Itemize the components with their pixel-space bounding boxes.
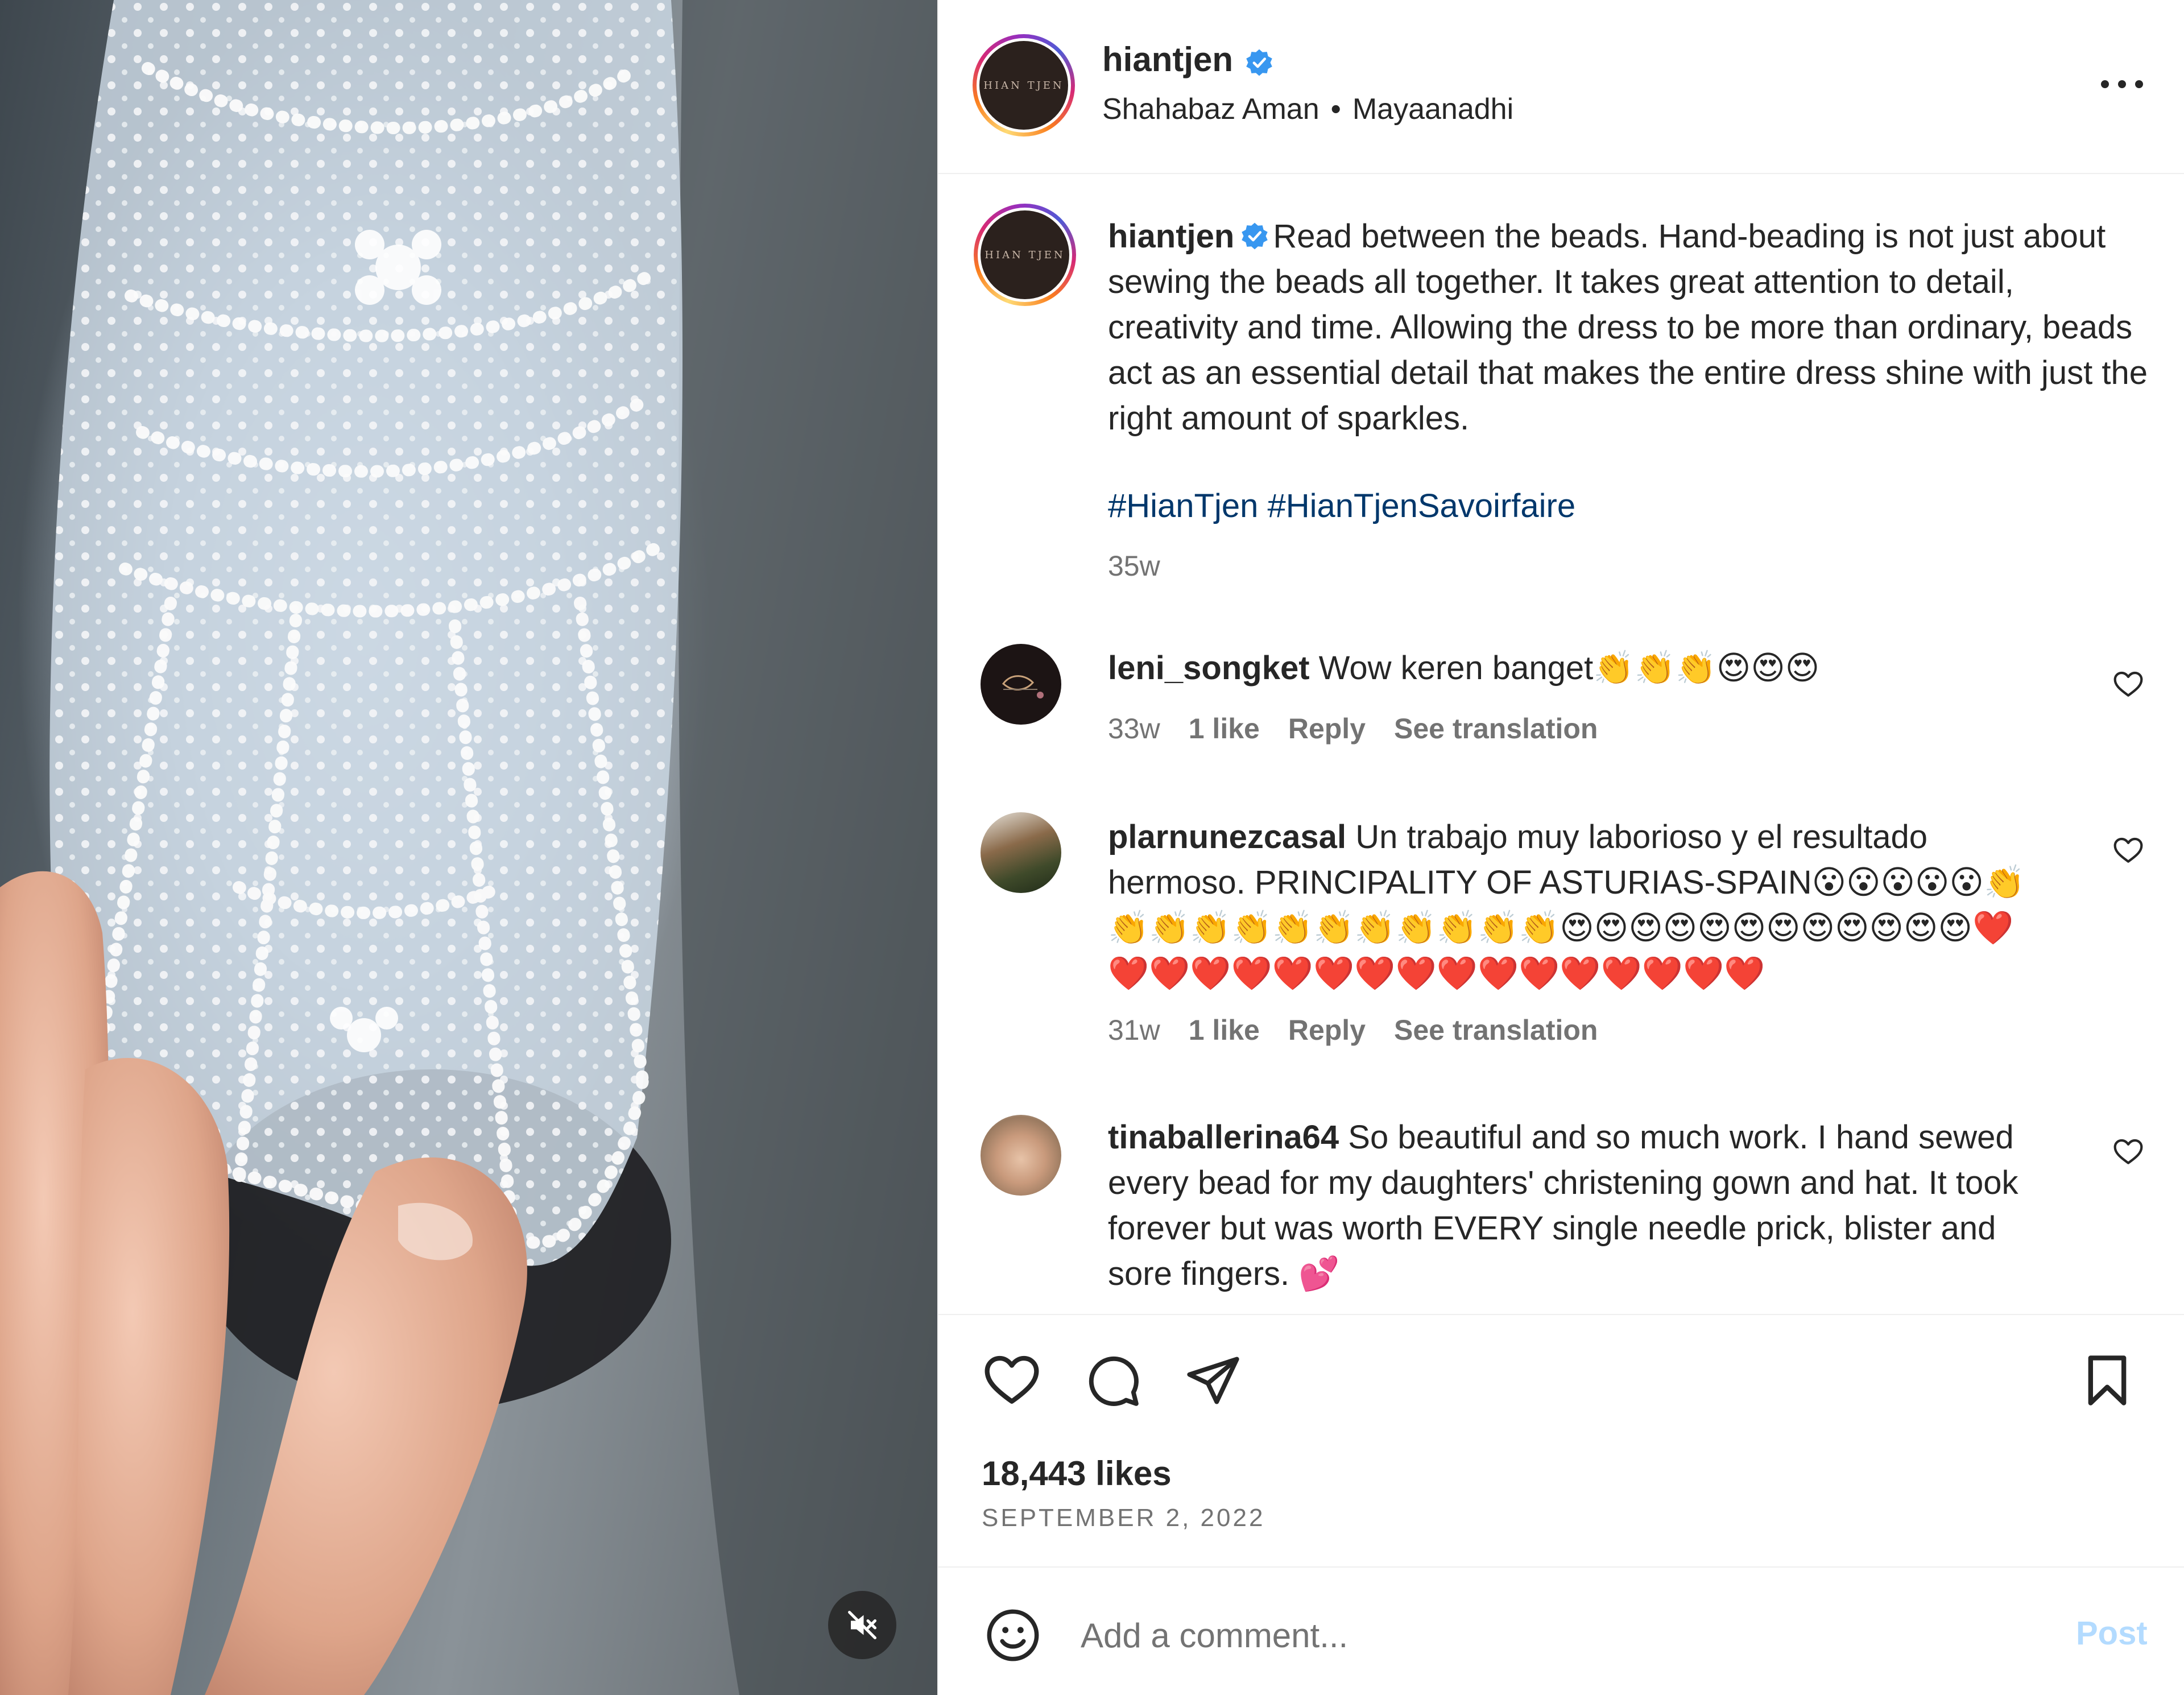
like-button[interactable] [981, 1349, 1043, 1412]
caption-timestamp[interactable]: 35w [1108, 549, 1160, 582]
speaker-muted-icon [848, 1611, 876, 1639]
post-details-panel: HIAN TJEN hiantjen Shahabaz Aman • Mayaana… [937, 0, 2184, 1695]
heart-icon[interactable] [2112, 835, 2144, 867]
caption-username[interactable]: hiantjen [1108, 218, 1234, 255]
heart-icon[interactable] [2112, 669, 2144, 701]
divider [938, 1566, 2184, 1568]
avatar-logo-image [1002, 675, 1044, 698]
commenter-avatar[interactable] [981, 812, 1061, 893]
audio-info[interactable]: Shahabaz Aman • Mayaanadhi [1102, 92, 1513, 126]
author-username[interactable]: hiantjen [1102, 40, 1233, 79]
bookmark-icon [2088, 1355, 2127, 1405]
caption-author-avatar[interactable]: HIAN TJEN [974, 204, 1076, 306]
post-date: SEPTEMBER 2, 2022 [982, 1504, 1265, 1532]
commenter-username[interactable]: tinaballerina64 [1108, 1119, 1339, 1156]
add-comment-input[interactable] [1081, 1610, 1866, 1661]
see-translation-link[interactable]: See translation [1394, 1014, 1598, 1046]
divider [938, 1314, 2184, 1315]
comment-timestamp[interactable]: 31w [1108, 1014, 1160, 1046]
caption-hashtags[interactable]: #HianTjen #HianTjenSavoirfaire [1108, 487, 1575, 525]
reply-button[interactable]: Reply [1288, 1014, 1366, 1046]
avatar-logo: HIAN TJEN [979, 41, 1068, 130]
post-comment-button[interactable]: Post [2076, 1614, 2148, 1652]
more-options-icon[interactable] [2096, 73, 2148, 96]
post-media-video[interactable] [0, 0, 937, 1695]
comment-likes-link[interactable]: 1 like [1189, 1014, 1260, 1046]
comment-text: Wow keren banget👏👏👏😍😍😍 [1318, 650, 1820, 687]
verified-badge-icon [1242, 222, 1268, 250]
reply-button[interactable]: Reply [1288, 713, 1366, 745]
save-button[interactable] [2076, 1349, 2138, 1412]
likes-count[interactable]: 18,443 likes [982, 1454, 1172, 1493]
emoji-smiley-icon [987, 1609, 1039, 1661]
heart-icon [985, 1355, 1039, 1404]
share-plane-icon [1187, 1357, 1239, 1404]
comment-bubble-icon [1089, 1356, 1139, 1406]
comment-body: plarnunezcasal Un trabajo muy laborioso … [1108, 815, 2029, 997]
verified-badge-icon [1246, 49, 1272, 76]
post-caption: hiantjen Read between the beads. Hand-be… [1108, 214, 2149, 441]
author-avatar[interactable]: HIAN TJEN [973, 34, 1075, 137]
commenter-avatar[interactable] [981, 644, 1061, 725]
comment-likes-link[interactable]: 1 like [1189, 713, 1260, 745]
mute-toggle-button[interactable] [828, 1591, 896, 1659]
comment-button[interactable] [1082, 1349, 1144, 1412]
commenter-avatar[interactable] [981, 1115, 1061, 1196]
comment-body: tinaballerina64 So beautiful and so much… [1108, 1115, 2029, 1297]
comment-meta: 31w 1 like Reply See translation [1108, 1014, 1626, 1047]
comment-body: leni_songket Wow keren banget👏👏👏😍😍😍 [1108, 646, 2029, 691]
comment-meta: 33w 1 like Reply See translation [1108, 712, 1626, 745]
audio-track[interactable]: Mayaanadhi [1352, 93, 1513, 126]
share-button[interactable] [1182, 1349, 1244, 1412]
comment-timestamp[interactable]: 33w [1108, 713, 1160, 745]
post-header: HIAN TJEN hiantjen Shahabaz Aman • Mayaana… [938, 0, 2184, 174]
emoji-picker-button[interactable] [982, 1604, 1044, 1667]
commenter-username[interactable]: plarnunezcasal [1108, 818, 1346, 855]
audio-artist[interactable]: Shahabaz Aman [1102, 93, 1320, 126]
see-translation-link[interactable]: See translation [1394, 713, 1598, 745]
lace-beading-image [0, 0, 937, 1695]
audio-separator: • [1330, 93, 1341, 126]
commenter-username[interactable]: leni_songket [1108, 650, 1310, 687]
heart-icon[interactable] [2112, 1136, 2144, 1168]
avatar-logo: HIAN TJEN [981, 210, 1069, 299]
